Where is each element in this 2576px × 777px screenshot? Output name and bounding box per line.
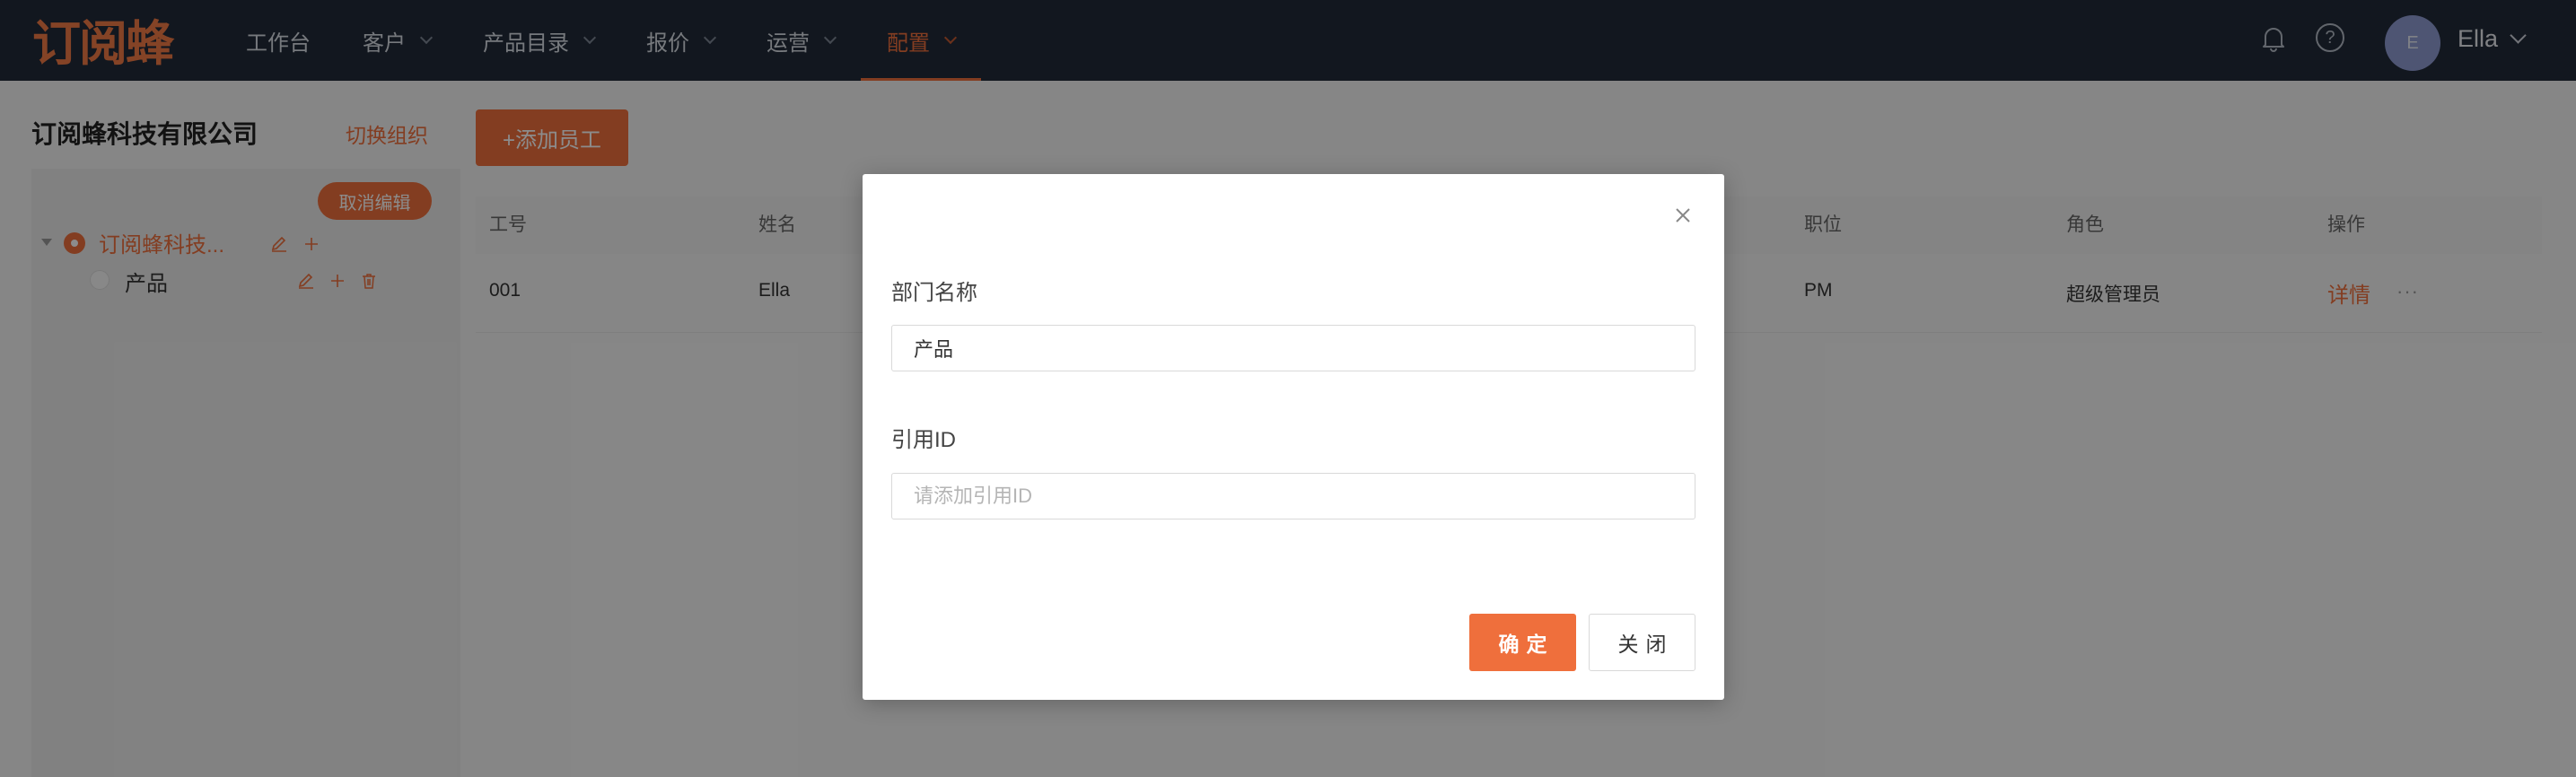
dept-name-input[interactable]: [891, 325, 1695, 371]
edit-department-modal: 部门名称 引用ID 确定 关闭: [863, 174, 1724, 700]
close-button[interactable]: 关闭: [1589, 614, 1695, 671]
confirm-button[interactable]: 确定: [1469, 614, 1576, 671]
close-icon[interactable]: [1670, 203, 1695, 228]
ref-id-label: 引用ID: [891, 428, 956, 452]
ref-id-input[interactable]: [891, 473, 1695, 519]
dept-name-label: 部门名称: [891, 281, 977, 305]
